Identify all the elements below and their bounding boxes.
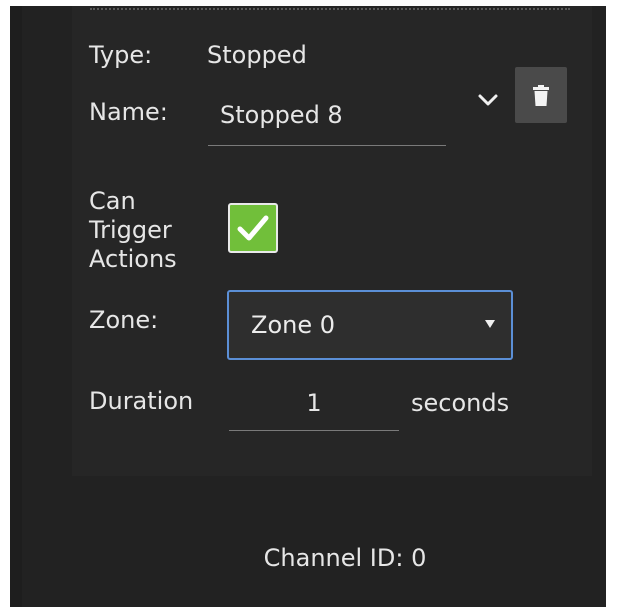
can-trigger-label-line2: Trigger bbox=[89, 216, 172, 244]
zone-select[interactable]: Zone 0 bbox=[227, 290, 513, 360]
type-label: Type: bbox=[89, 41, 153, 69]
can-trigger-label: Can Trigger Actions bbox=[89, 187, 177, 274]
trash-icon bbox=[533, 85, 549, 106]
duration-input[interactable]: 1 bbox=[229, 388, 399, 418]
channel-id: Channel ID: 0 bbox=[263, 544, 427, 572]
chevron-down-icon[interactable] bbox=[474, 86, 502, 114]
divider bbox=[90, 8, 570, 10]
can-trigger-label-line3: Actions bbox=[89, 245, 177, 273]
zone-label: Zone: bbox=[89, 306, 159, 334]
can-trigger-label-line1: Can bbox=[89, 187, 136, 215]
duration-label: Duration bbox=[89, 387, 194, 415]
panel-edge bbox=[10, 6, 22, 607]
name-input[interactable]: Stopped 8 bbox=[220, 100, 343, 130]
zone-selected-value: Zone 0 bbox=[251, 311, 335, 339]
type-value: Stopped bbox=[207, 41, 307, 69]
caret-down-icon bbox=[485, 320, 495, 328]
screenshot-canvas: Type: Stopped Name: Stopped 8 Can Trigge… bbox=[0, 0, 626, 607]
checkmark-icon bbox=[237, 215, 269, 241]
name-input-underline bbox=[208, 145, 446, 146]
can-trigger-checkbox[interactable] bbox=[228, 203, 278, 253]
delete-button[interactable] bbox=[515, 67, 567, 123]
duration-unit: seconds bbox=[411, 389, 510, 417]
name-label: Name: bbox=[89, 98, 168, 126]
duration-input-underline bbox=[229, 430, 399, 431]
